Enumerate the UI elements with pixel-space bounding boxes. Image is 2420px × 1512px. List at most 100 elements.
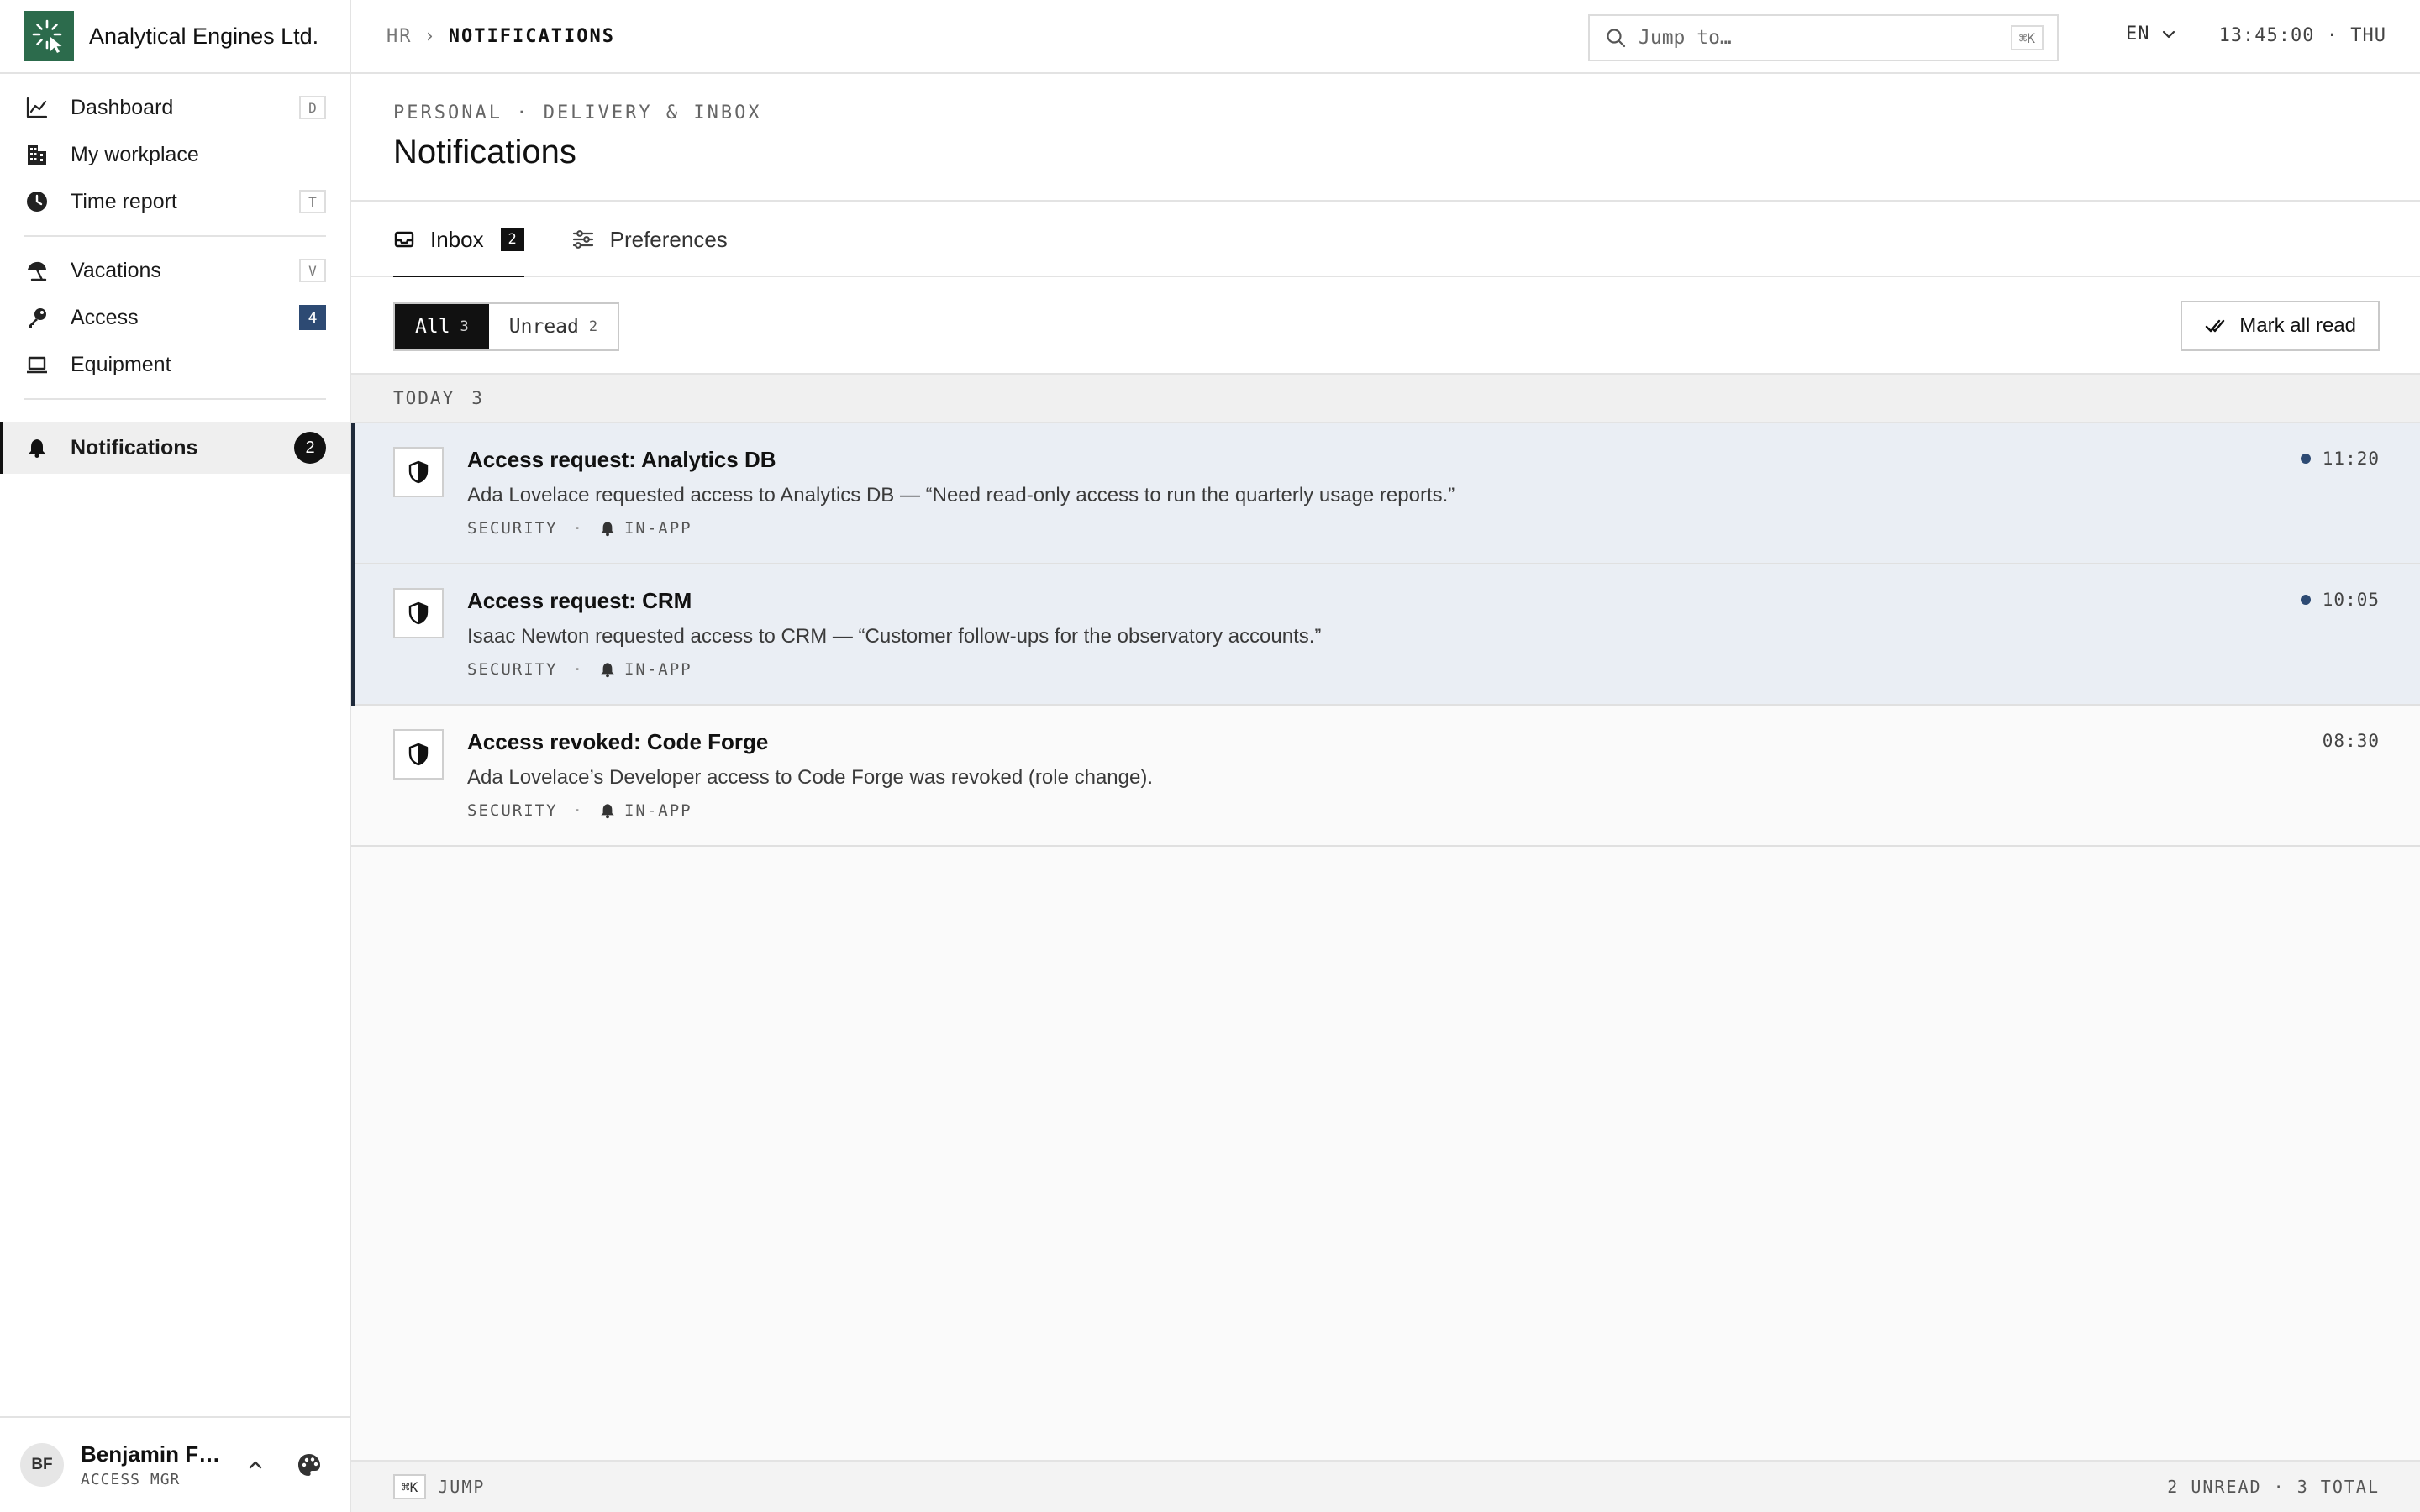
tab-label: Preferences (609, 226, 728, 252)
filter-unread-label: Unread (508, 316, 579, 338)
breadcrumb: HR › NOTIFICATIONS (387, 26, 615, 47)
inbox-toolbar: All 3 Unread 2 Mark all read (351, 277, 2420, 375)
jump-shortcut-hint[interactable]: ⌘K (393, 1474, 427, 1499)
notification-category: SECURITY (467, 801, 558, 820)
sidebar-item-time-report[interactable]: Time report T (24, 178, 326, 225)
sidebar-item-access[interactable]: Access 4 (24, 294, 326, 341)
notification-item[interactable]: Access revoked: Code Forge Ada Lovelace’… (351, 706, 2420, 847)
user-name: Benjamin Franklin (81, 1441, 224, 1467)
notification-meta: SECURITY · IN-APP (467, 660, 692, 679)
avatar: BF (20, 1443, 64, 1487)
chevron-up-icon[interactable] (244, 1453, 267, 1477)
main-content: PERSONAL · DELIVERY & INBOX Notification… (351, 74, 2420, 1512)
notification-time: 11:20 (2300, 449, 2380, 469)
brand[interactable]: Analytical Engines Ltd. (0, 0, 350, 74)
search-placeholder: Jump to… (1639, 27, 1732, 49)
shortcut-hint: D (299, 96, 326, 119)
notification-title: Access revoked: Code Forge (467, 729, 769, 754)
meta-separator: · (572, 801, 584, 820)
notification-title: Access request: CRM (467, 588, 692, 613)
sidebar-item-my-workplace[interactable]: My workplace (24, 131, 326, 178)
breadcrumb-current: NOTIFICATIONS (448, 25, 615, 47)
inbox-icon (393, 228, 415, 250)
sidebar-item-label: Access (71, 305, 139, 329)
shield-icon (393, 588, 444, 638)
notification-time: 10:05 (2300, 590, 2380, 610)
notification-meta: SECURITY · IN-APP (467, 801, 692, 820)
shield-icon (393, 447, 444, 497)
tab-preferences[interactable]: Preferences (571, 202, 728, 277)
palette-icon[interactable] (296, 1452, 323, 1478)
notification-body: Ada Lovelace’s Developer access to Code … (467, 766, 1153, 789)
nav-group-primary: Dashboard D My workplace Time report T (24, 74, 326, 237)
user-role: ACCESS MGR (81, 1471, 181, 1488)
meta-separator: · (572, 660, 584, 679)
mark-all-read-label: Mark all read (2239, 314, 2356, 337)
filter-segmented-control: All 3 Unread 2 (393, 302, 620, 351)
shield-icon (393, 729, 444, 780)
sidebar-item-equipment[interactable]: Equipment (24, 341, 326, 388)
sidebar-item-label: Dashboard (71, 95, 174, 119)
beach-umbrella-icon (24, 257, 50, 284)
clock: 13:45:00 · THU (2218, 25, 2386, 46)
filter-unread-count: 2 (588, 318, 598, 335)
access-count-badge: 4 (299, 305, 326, 330)
notification-channel: IN-APP (623, 519, 692, 538)
search-shortcut-hint: ⌘K (2010, 25, 2044, 50)
bell-icon (24, 434, 50, 461)
bell-icon (599, 661, 616, 678)
language-select[interactable]: EN (2126, 24, 2177, 45)
laptop-icon (24, 351, 50, 378)
sidebar-item-vacations[interactable]: Vacations V (24, 247, 326, 294)
notification-time: 08:30 (2323, 731, 2380, 751)
meta-separator: · (572, 519, 584, 538)
chevron-down-icon (2160, 26, 2177, 43)
company-logo-icon (24, 11, 74, 61)
notification-body: Ada Lovelace requested access to Analyti… (467, 484, 1455, 507)
page-kicker: PERSONAL · DELIVERY & INBOX (393, 102, 762, 123)
search-icon (1605, 27, 1627, 49)
user-menu[interactable]: BF Benjamin Franklin ACCESS MGR (0, 1416, 350, 1512)
notification-category: SECURITY (467, 519, 558, 538)
tab-label: Inbox (430, 226, 484, 252)
notifications-count-badge: 2 (294, 432, 326, 464)
tab-inbox[interactable]: Inbox 2 (393, 202, 524, 279)
notification-item[interactable]: Access request: Analytics DB Ada Lovelac… (351, 423, 2420, 564)
notification-title: Access request: Analytics DB (467, 447, 776, 472)
sidebar: Analytical Engines Ltd. Dashboard D My w… (0, 0, 351, 1512)
building-icon (24, 141, 50, 168)
notification-item[interactable]: Access request: CRM Isaac Newton request… (351, 564, 2420, 706)
notification-channel: IN-APP (623, 660, 692, 679)
filter-all-button[interactable]: All 3 (395, 304, 489, 349)
status-bar: ⌘K JUMP 2 UNREAD · 3 TOTAL (351, 1460, 2420, 1512)
sidebar-item-label: Time report (71, 189, 177, 213)
sidebar-item-label: My workplace (71, 142, 199, 166)
jump-label: JUMP (438, 1477, 486, 1497)
mark-all-read-button[interactable]: Mark all read (2181, 301, 2380, 351)
notification-category: SECURITY (467, 660, 558, 679)
sidebar-item-dashboard[interactable]: Dashboard D (24, 84, 326, 131)
sidebar-item-label: Vacations (71, 258, 161, 282)
company-name: Analytical Engines Ltd. (89, 23, 319, 49)
bell-icon (599, 520, 616, 537)
tab-badge: 2 (500, 228, 524, 251)
breadcrumb-root[interactable]: HR (387, 26, 413, 47)
unread-dot (2300, 454, 2311, 464)
nav-group-secondary: Vacations V Access 4 Equipment (24, 237, 326, 400)
clock-icon (24, 188, 50, 215)
language-value: EN (2126, 24, 2150, 45)
group-count: 3 (471, 388, 484, 408)
breadcrumb-separator: › (424, 25, 437, 47)
chart-line-icon (24, 94, 50, 121)
shortcut-hint: V (299, 259, 326, 282)
sliders-icon (571, 228, 595, 251)
filter-unread-button[interactable]: Unread 2 (488, 304, 618, 349)
sidebar-item-notifications[interactable]: Notifications 2 (0, 422, 350, 474)
notification-totals: 2 UNREAD · 3 TOTAL (2167, 1477, 2380, 1497)
filter-all-label: All (415, 316, 450, 338)
sidebar-item-label: Notifications (71, 435, 198, 459)
bell-icon (599, 802, 616, 819)
group-label: TODAY (393, 388, 455, 408)
search-input[interactable]: Jump to… ⌘K (1588, 14, 2059, 61)
sidebar-item-label: Equipment (71, 352, 171, 376)
